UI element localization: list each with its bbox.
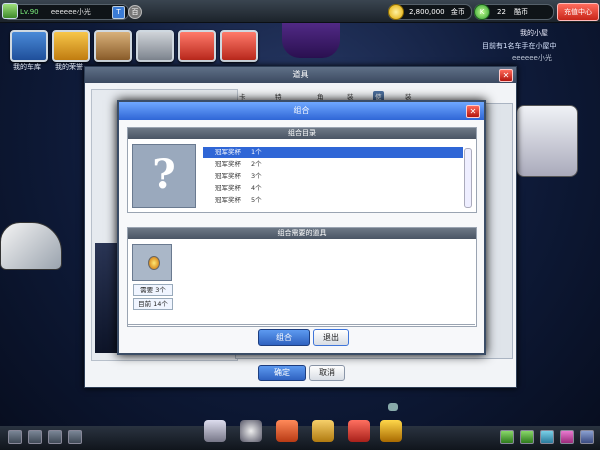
item-count: 4个: [251, 184, 262, 192]
room-occupancy: 目前有1名车手在小屋中: [482, 42, 557, 50]
shop-icon[interactable]: [276, 420, 298, 442]
kcoin-icon: K: [474, 4, 490, 20]
kcoin-amount: 22: [497, 8, 506, 16]
robot-image: [516, 105, 578, 177]
required-items-panel: 组合需要的道具 需要 3个 目前 14个: [127, 227, 477, 327]
race-icon[interactable]: [204, 420, 226, 442]
garage-icon[interactable]: [10, 30, 48, 62]
item-count: 2个: [251, 160, 262, 168]
level-label: Lv.90: [20, 8, 39, 16]
mode-icon[interactable]: 百: [128, 5, 142, 19]
combine-item-list: 冠军奖杯 1个 冠军奖杯 2个 冠军奖杯 3个 冠军奖杯 4个 冠军奖杯 5个: [203, 147, 473, 207]
combine-close-icon[interactable]: ✕: [466, 105, 480, 118]
team-badge[interactable]: T: [112, 6, 125, 19]
recharge-button[interactable]: 充值中心: [557, 3, 599, 21]
wheel-icon[interactable]: [240, 420, 262, 442]
back-icon[interactable]: [48, 430, 62, 444]
item-name: 冠军奖杯: [215, 184, 241, 192]
kart-image: [0, 222, 62, 270]
item-name: 冠军奖杯: [215, 148, 241, 156]
player-info: Lv.90 eeeeee小光: [3, 4, 129, 20]
stars-icon[interactable]: [94, 30, 132, 62]
combine-directory: 组合目录 ? 冠军奖杯 1个 冠军奖杯 2个 冠军奖杯 3个 冠军奖杯 4个 冠…: [127, 127, 477, 213]
list-item[interactable]: 冠军奖杯 3个: [203, 171, 463, 182]
menu-icon[interactable]: [8, 430, 22, 444]
settings-icon[interactable]: [580, 430, 594, 444]
gold-coin-icon: [388, 4, 404, 20]
egg-item-icon: [148, 256, 160, 270]
required-items-header: 组合需要的道具: [128, 228, 476, 239]
list-item[interactable]: 冠军奖杯 2个: [203, 159, 463, 170]
mail-icon[interactable]: [520, 430, 534, 444]
chat-toggle-icon[interactable]: [388, 403, 398, 411]
player-name: eeeeee小光: [50, 8, 91, 16]
props-window-title: 道具: [85, 67, 516, 83]
divider: [127, 324, 475, 325]
item-name: 冠军奖杯: [215, 172, 241, 180]
combine-dialog: 组合 ✕ 组合目录 ? 冠军奖杯 1个 冠军奖杯 2个 冠军奖杯 3个 冠军奖杯…: [117, 100, 486, 355]
question-mark-icon: ?: [152, 151, 176, 198]
search-icon[interactable]: [560, 430, 574, 444]
room-title: 我的小屋: [520, 29, 548, 37]
combine-dialog-title: 组合: [119, 102, 484, 120]
owned-count: 目前 14个: [133, 298, 173, 310]
nav-label-garage: 我的车库: [13, 63, 41, 71]
honor-icon[interactable]: [52, 30, 90, 62]
room-owner: eeeeee小光: [512, 54, 552, 62]
needed-label: 需要: [140, 286, 154, 294]
confirm-button[interactable]: 确定: [258, 365, 306, 381]
unknown-item-image: ?: [132, 144, 196, 208]
list-item[interactable]: 冠军奖杯 1个: [203, 147, 463, 158]
gold-amount: 2,800,000: [409, 8, 445, 16]
help-icon[interactable]: [220, 30, 258, 62]
list-item[interactable]: 冠军奖杯 4个: [203, 183, 463, 194]
avatar[interactable]: [2, 3, 18, 19]
gift-icon[interactable]: [348, 420, 370, 442]
item-count: 1个: [251, 148, 262, 156]
kcoin-unit: 酷币: [514, 8, 529, 16]
cancel-button[interactable]: 取消: [309, 365, 345, 381]
list-item[interactable]: 冠军奖杯 5个: [203, 195, 463, 206]
exit-button[interactable]: 退出: [313, 329, 349, 346]
gold-unit: 金币: [450, 8, 465, 16]
directory-header: 组合目录: [128, 128, 476, 139]
forward-icon[interactable]: [68, 430, 82, 444]
required-item-slot[interactable]: [132, 244, 172, 281]
market-icon[interactable]: [312, 420, 334, 442]
friends-icon[interactable]: [500, 430, 514, 444]
needed-count: 需要 3个: [133, 284, 173, 296]
close-icon[interactable]: ✕: [499, 69, 513, 82]
lottery-icon[interactable]: [380, 420, 402, 442]
tools-icon[interactable]: [136, 30, 174, 62]
item-name: 冠军奖杯: [215, 160, 241, 168]
return-icon[interactable]: [178, 30, 216, 62]
item-count: 5个: [251, 196, 262, 204]
owned-value: 14个: [153, 300, 168, 308]
item-count: 3个: [251, 172, 262, 180]
owned-label: 目前: [138, 300, 152, 308]
needed-value: 3个: [155, 286, 166, 294]
list-scrollbar[interactable]: [464, 148, 472, 208]
message-icon[interactable]: [540, 430, 554, 444]
item-name: 冠军奖杯: [215, 196, 241, 204]
home-icon[interactable]: [28, 430, 42, 444]
combine-button[interactable]: 组合: [258, 329, 310, 346]
